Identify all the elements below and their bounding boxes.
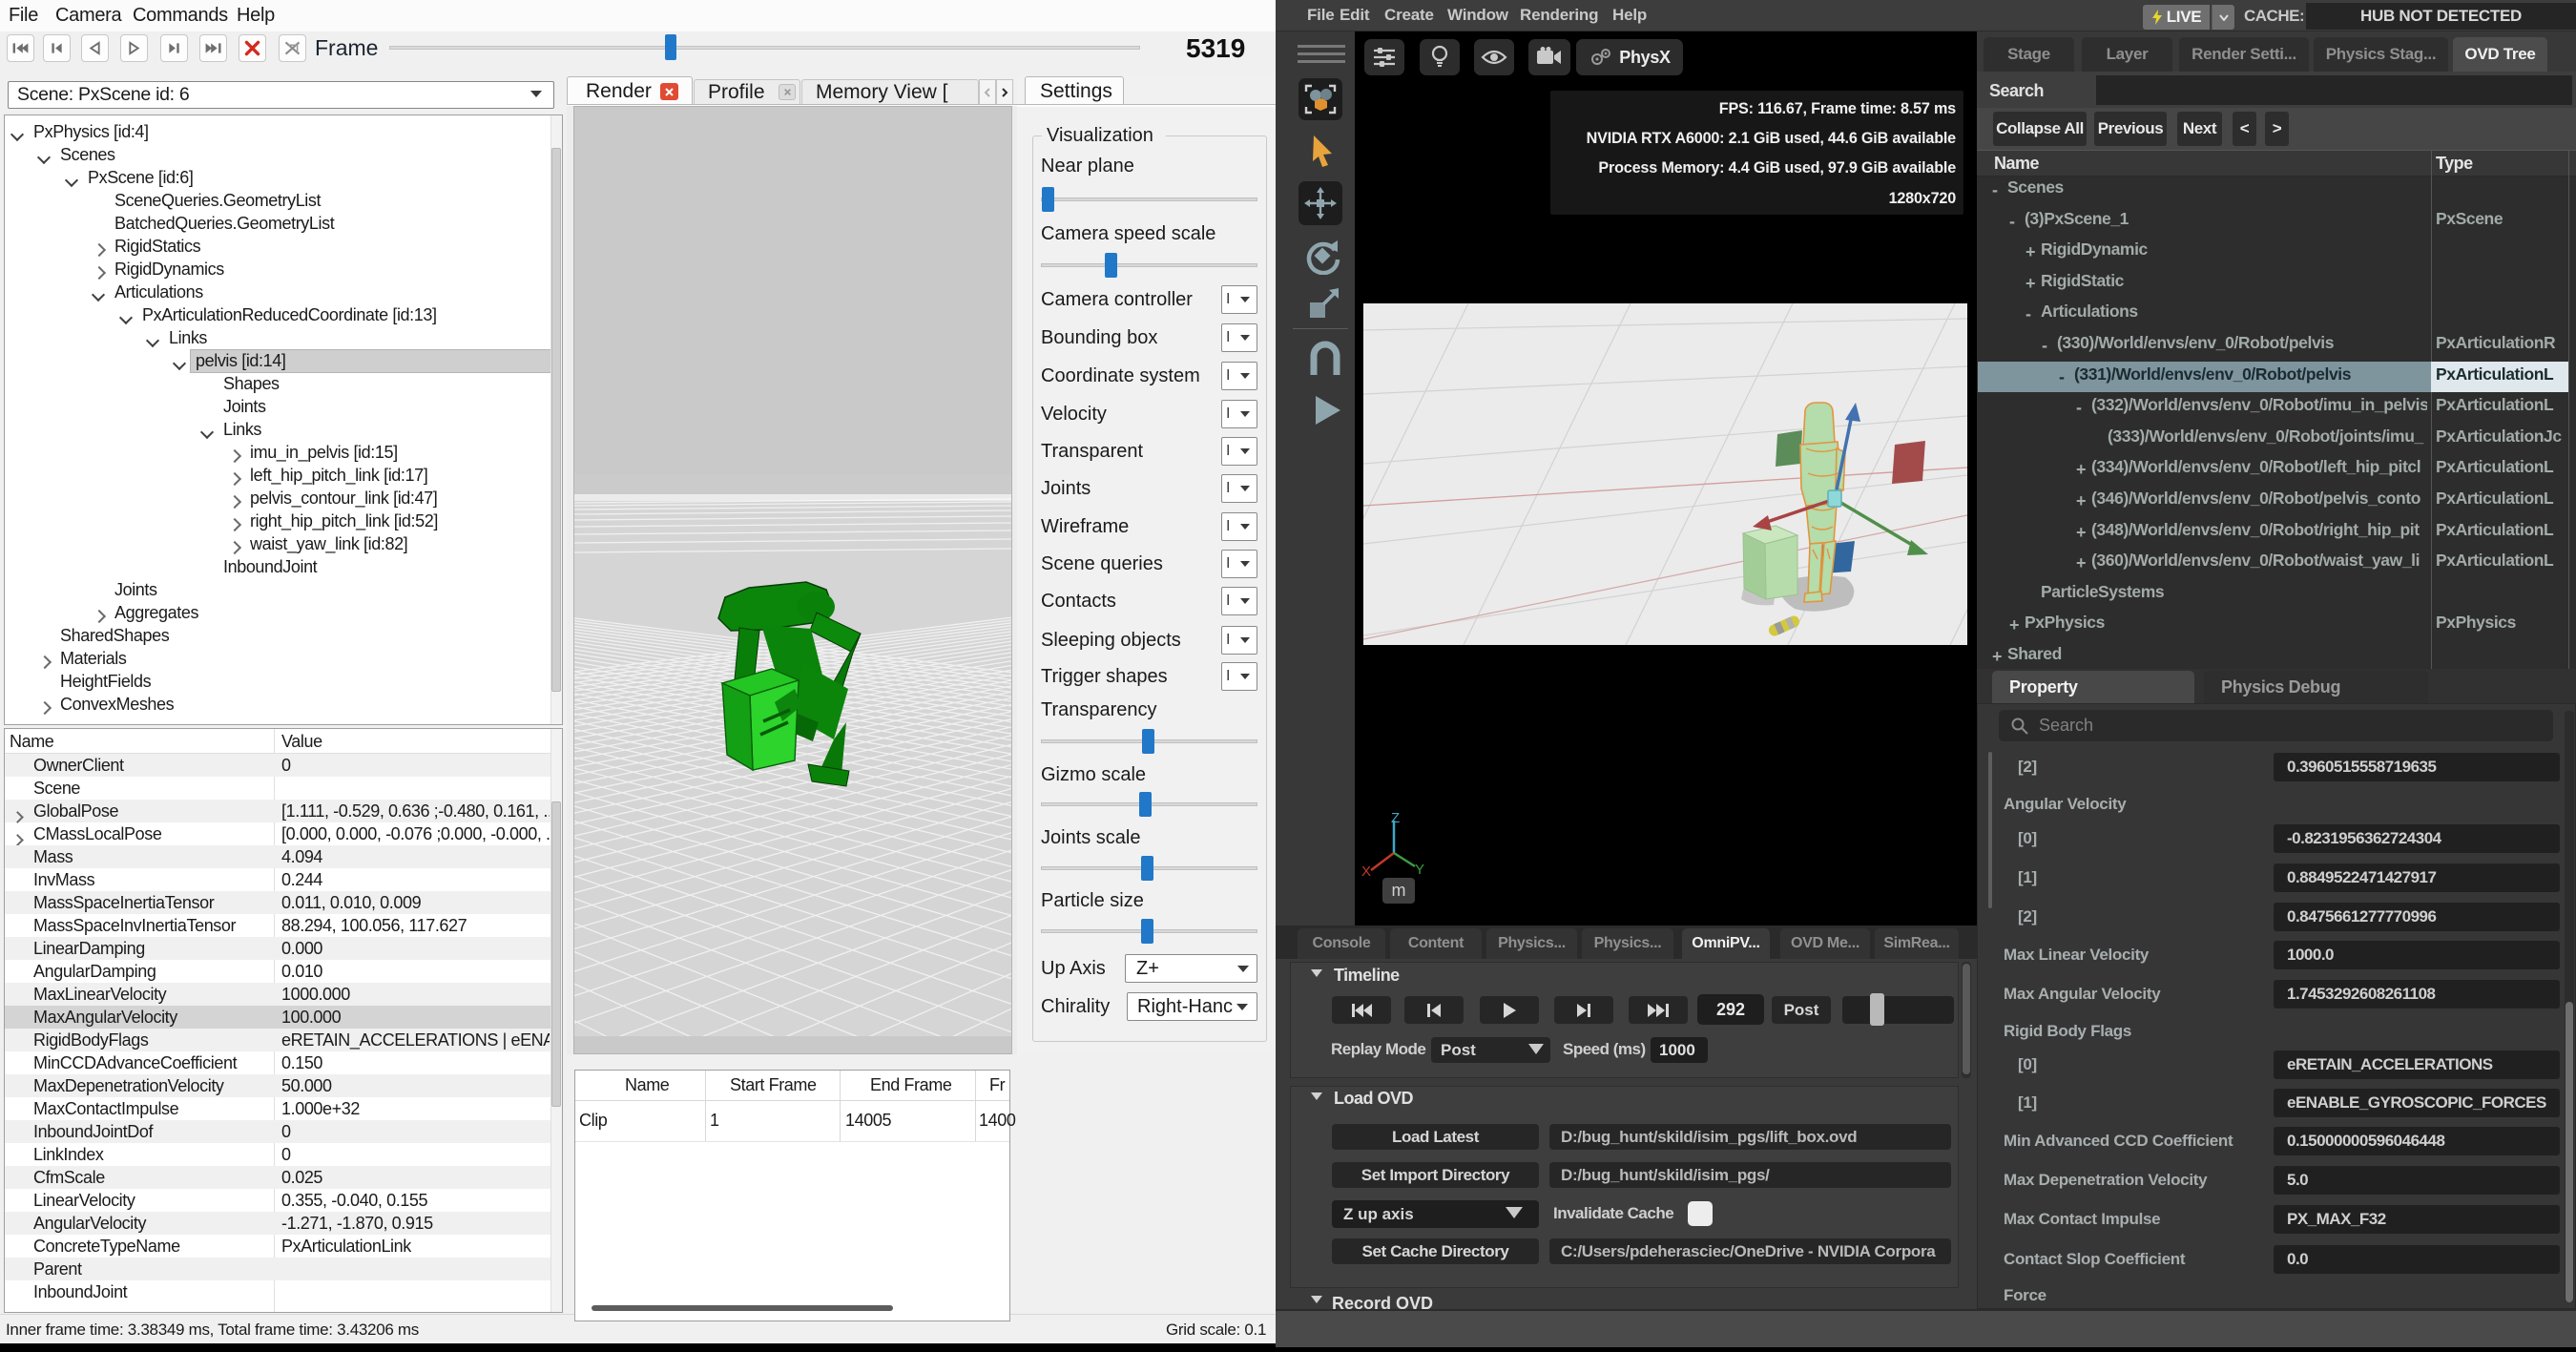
svg-text:X: X	[1361, 863, 1371, 880]
svg-text:Z: Z	[1391, 813, 1400, 826]
svg-text:Y: Y	[1415, 862, 1424, 878]
